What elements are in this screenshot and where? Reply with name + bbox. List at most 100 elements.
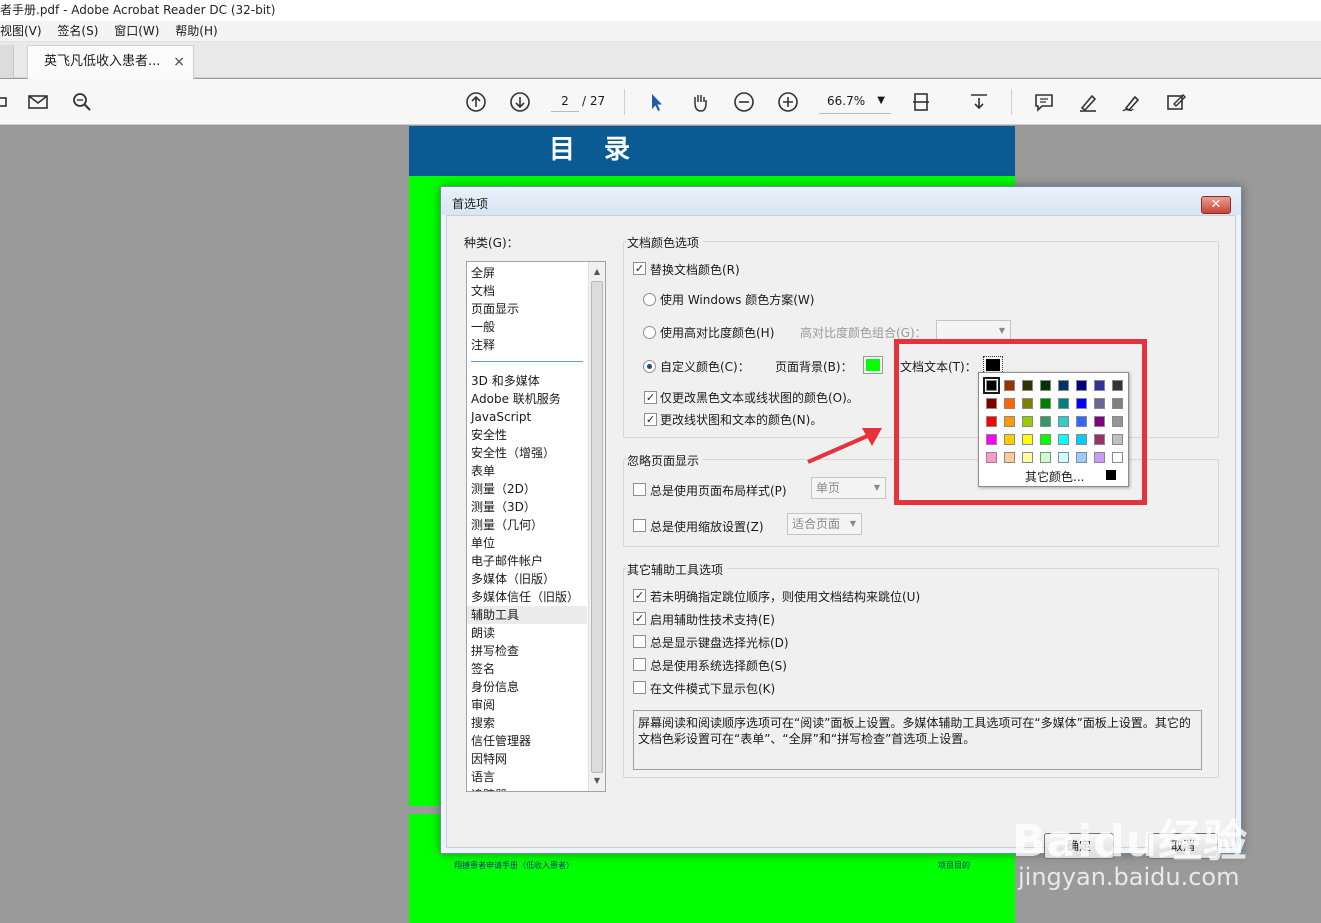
category-item[interactable]: 全屏 (471, 264, 495, 282)
highlight-icon[interactable] (1075, 89, 1101, 115)
category-item[interactable]: 一般 (471, 318, 495, 336)
search-icon[interactable] (69, 89, 95, 115)
scroll-up-icon[interactable]: ▲ (589, 264, 605, 280)
category-item[interactable]: 页面显示 (471, 300, 519, 318)
custom-color-radio[interactable] (643, 360, 656, 373)
category-item[interactable]: 3D 和多媒体 (471, 372, 540, 390)
category-item[interactable]: 安全性 (471, 426, 507, 444)
doc-color-group-title: 文档颜色选项 (627, 234, 704, 251)
email-icon[interactable] (25, 89, 51, 115)
watermark-brand: Baidu经验 (1012, 816, 1249, 867)
category-item[interactable]: 测量（3D） (471, 498, 536, 516)
category-item[interactable]: 搜索 (471, 714, 495, 732)
watermark-url: jingyan.baidu.com (1018, 863, 1240, 891)
layout-combo[interactable]: 单页 ▼ (811, 477, 886, 499)
system-selection-label: 总是使用系统选择颜色(S) (650, 659, 787, 673)
tab-order-label: 若未明确指定跳位顺序，则使用文档结构来跳位(U) (650, 590, 921, 604)
keyboard-cursor-checkbox[interactable] (633, 635, 646, 648)
category-list[interactable]: 全屏 文档 页面显示 一般 注释 3D 和多媒体 Adobe 联机服务 JavaScript 安… (466, 261, 606, 792)
tab-home[interactable] (0, 45, 14, 78)
category-item[interactable]: 朗读 (471, 624, 495, 642)
use-windows-radio[interactable] (643, 293, 656, 306)
menu-sign[interactable]: 签名(S) (57, 21, 98, 42)
scroll-mode-icon[interactable] (966, 89, 992, 115)
category-item[interactable]: Adobe 联机服务 (471, 390, 561, 408)
scroll-thumb[interactable] (591, 281, 603, 773)
only-black-checkbox[interactable]: ✓ (644, 391, 657, 404)
page-layout-icon[interactable] (909, 89, 935, 115)
category-item[interactable]: 拼写检查 (471, 642, 519, 660)
always-zoom-checkbox[interactable] (633, 519, 646, 532)
tab-order-checkbox[interactable]: ✓ (633, 589, 646, 602)
zoom-combo-value: 适合页面 (792, 517, 841, 531)
sign-icon[interactable] (1119, 89, 1145, 115)
category-item[interactable]: 注释 (471, 336, 495, 354)
toolbar (0, 79, 1321, 125)
menu-window[interactable]: 窗口(W) (114, 21, 159, 42)
info-text: 屏幕阅读和阅读顺序选项可在“阅读”面板上设置。多媒体辅助工具选项可在“多媒体”面… (633, 710, 1202, 770)
category-item[interactable]: 安全性（增强） (471, 444, 555, 462)
print-icon[interactable] (0, 89, 12, 115)
category-item[interactable]: 文档 (471, 282, 495, 300)
pdf-page-header: 目 录 (409, 126, 1015, 176)
menu-view[interactable]: 视图(V) (0, 21, 42, 42)
assistive-tech-checkbox[interactable]: ✓ (633, 612, 646, 625)
zoom-select[interactable]: 66.7% ▼ (819, 90, 891, 114)
replace-colors-label: 替换文档颜色(R) (650, 263, 740, 277)
pdf-footer-left: 翔捷患者申请手册（低收入患者） (454, 861, 574, 870)
close-tab-icon[interactable]: × (173, 46, 185, 78)
category-item[interactable]: 电子邮件帐户 (471, 552, 543, 570)
system-selection-checkbox[interactable] (633, 658, 646, 671)
category-item[interactable]: 表单 (471, 462, 495, 480)
category-item[interactable]: 签名 (471, 660, 495, 678)
always-zoom-label: 总是使用缩放设置(Z) (650, 520, 764, 534)
comment-icon[interactable] (1031, 89, 1057, 115)
document-tab-label: 英飞凡低收入患者... (44, 54, 161, 69)
high-contrast-radio[interactable] (643, 326, 656, 339)
category-item[interactable]: 多媒体信任（旧版） (471, 588, 579, 606)
high-contrast-label: 使用高对比度颜色(H) (660, 326, 775, 340)
zoom-combo[interactable]: 适合页面 ▼ (787, 513, 862, 535)
scroll-down-icon[interactable]: ▼ (589, 773, 605, 789)
page-bg-swatch-button[interactable] (863, 356, 883, 374)
select-cursor-icon[interactable] (643, 89, 669, 115)
annotation-arrow-icon (807, 428, 882, 464)
show-portfolio-checkbox[interactable] (633, 681, 646, 694)
chevron-down-icon: ▼ (998, 326, 1005, 335)
page-number-input[interactable]: 2 (551, 90, 579, 112)
category-item[interactable]: 多媒体（旧版） (471, 570, 555, 588)
category-item[interactable]: 审阅 (471, 696, 495, 714)
replace-colors-checkbox[interactable]: ✓ (633, 262, 646, 275)
document-tab[interactable]: 英飞凡低收入患者... × (27, 45, 194, 79)
category-item[interactable]: 辅助工具 (467, 606, 587, 624)
category-item[interactable]: 信任管理器 (471, 732, 531, 750)
change-line-text-label: 更改线状图和文本的颜色(N)。 (660, 413, 823, 427)
custom-color-label: 自定义颜色(C)： (660, 360, 750, 374)
close-icon[interactable]: ✕ (1201, 196, 1231, 214)
toolbar-divider (624, 89, 625, 115)
zoom-out-icon[interactable] (731, 89, 757, 115)
category-scrollbar[interactable]: ▲ ▼ (588, 262, 605, 791)
fill-sign-icon[interactable] (1163, 89, 1189, 115)
category-item[interactable]: JavaScript (471, 408, 531, 426)
dialog-title: 首选项 (441, 187, 1241, 215)
category-item[interactable]: 测量（2D） (471, 480, 536, 498)
category-item[interactable]: 测量（几何） (471, 516, 543, 534)
always-layout-checkbox[interactable] (633, 483, 646, 496)
page-bg-swatch (866, 359, 880, 371)
only-black-label: 仅更改黑色文本或线状图的颜色(O)。 (660, 391, 859, 405)
category-item[interactable]: 追踪器 (471, 786, 507, 791)
menu-help[interactable]: 帮助(H) (175, 21, 217, 42)
change-line-text-checkbox[interactable]: ✓ (644, 413, 657, 426)
window-title: 者手册.pdf - Adobe Acrobat Reader DC (32-bi… (0, 0, 1321, 21)
hand-tool-icon[interactable] (687, 89, 713, 115)
zoom-in-icon[interactable] (775, 89, 801, 115)
previous-page-icon[interactable] (463, 89, 489, 115)
category-item[interactable]: 身份信息 (471, 678, 519, 696)
category-item[interactable]: 因特网 (471, 750, 507, 768)
dialog-body: 种类(G)： 全屏 文档 页面显示 一般 注释 3D 和多媒体 Adobe 联机服务 Java… (446, 215, 1236, 859)
next-page-icon[interactable] (507, 89, 533, 115)
category-item[interactable]: 语言 (471, 768, 495, 786)
pdf-footer-right: 项目目的 (938, 861, 970, 870)
category-item[interactable]: 单位 (471, 534, 495, 552)
